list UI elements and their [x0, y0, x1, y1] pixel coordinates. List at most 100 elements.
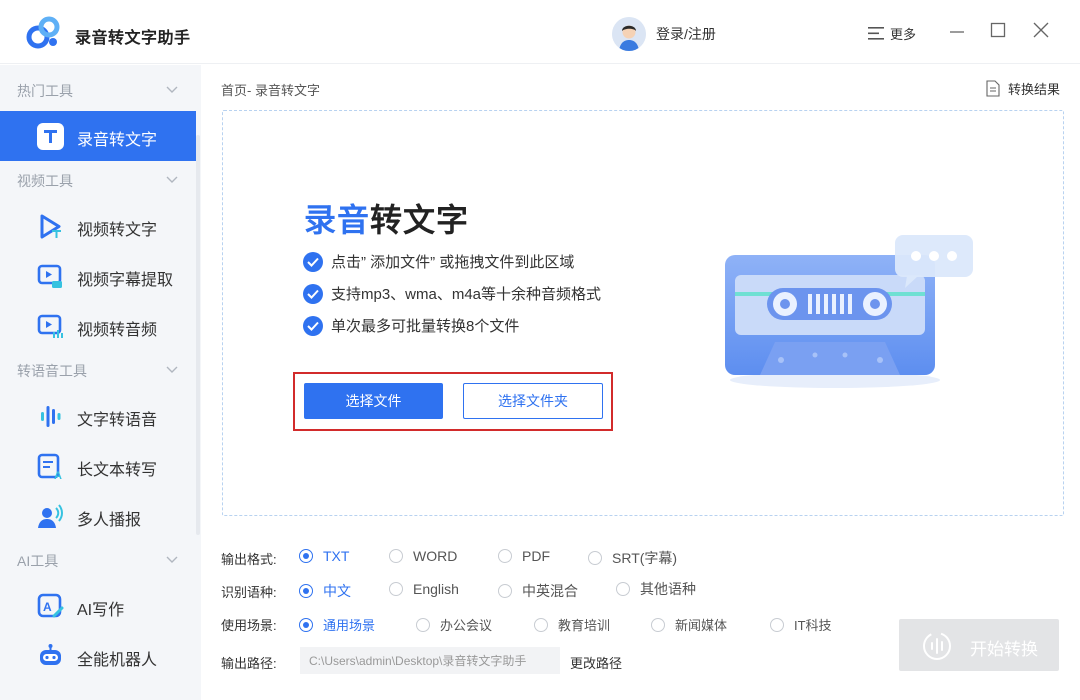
radio-format-pdf[interactable]: PDF [498, 548, 550, 564]
output-path-field[interactable] [300, 647, 560, 674]
radio-dot [389, 549, 403, 563]
radio-scene-meeting[interactable]: 办公会议 [416, 615, 492, 634]
sidebar-item-label: 多人播报 [77, 512, 142, 529]
avatar [612, 17, 646, 51]
radio-label: English [413, 581, 459, 597]
sidebar-item-label: 长文本转写 [77, 462, 158, 479]
radio-lang-english[interactable]: English [389, 581, 459, 597]
radio-dot [616, 582, 630, 596]
radio-dot [651, 617, 665, 632]
robot-icon [40, 644, 61, 665]
scene-label: 使用场景: [221, 618, 277, 633]
sidebar-item-long-text[interactable]: A 长文本转写 [0, 441, 196, 491]
sidebar-item-label: 录音转文字 [77, 132, 158, 149]
radio-scene-education[interactable]: 教育培训 [534, 615, 610, 634]
radio-label: 其他语种 [640, 581, 696, 597]
sidebar-scrollbar[interactable] [196, 135, 200, 535]
radio-scene-it[interactable]: IT科技 [770, 615, 832, 634]
language-label: 识别语种: [221, 585, 277, 600]
more-label: 更多 [890, 27, 917, 42]
select-folder-button[interactable]: 选择文件夹 [463, 383, 603, 419]
subtitle-extract-icon [37, 264, 62, 288]
long-text-icon: A [37, 453, 62, 480]
radio-label: SRT(字幕) [612, 550, 678, 566]
conversion-result-link[interactable]: 转换结果 [986, 79, 1060, 98]
radio-scene-news[interactable]: 新闻媒体 [651, 615, 727, 634]
radio-format-word[interactable]: WORD [389, 548, 457, 564]
chevron-down-icon [166, 176, 178, 183]
start-convert-label: 开始转换 [970, 640, 1038, 659]
document-icon [986, 80, 1000, 97]
check-circle-icon [303, 251, 323, 272]
chevron-down-icon [166, 556, 178, 563]
group-title: AI工具 [17, 553, 59, 569]
group-title: 转语音工具 [17, 363, 87, 379]
radio-dot [534, 617, 548, 632]
radio-dot [299, 549, 313, 563]
radio-label: PDF [522, 548, 550, 564]
radio-dot [588, 551, 602, 565]
hero-title: 录音转文字 [304, 195, 469, 241]
sidebar-item-label: 文字转语音 [77, 412, 158, 429]
radio-dot [389, 582, 403, 596]
radio-format-srt[interactable]: SRT(字幕) [588, 548, 677, 568]
start-convert-button[interactable]: 开始转换 [899, 619, 1059, 671]
feature-text: 支持mp3、wma、m4a等十余种音频格式 [331, 286, 602, 303]
app-logo-icon [26, 16, 60, 49]
radio-label: 办公会议 [440, 618, 493, 633]
app-title: 录音转文字助手 [75, 30, 191, 47]
group-title: 视频工具 [17, 173, 73, 189]
sidebar-group-ai[interactable]: AI工具 [0, 537, 196, 585]
check-circle-icon [303, 315, 323, 336]
sidebar-item-subtitle-extract[interactable]: 视频字幕提取 [0, 251, 196, 301]
sidebar-item-ai-writing[interactable]: A AI写作 [0, 581, 196, 631]
multi-speaker-icon [38, 504, 63, 528]
radio-dot [299, 584, 313, 598]
svg-text:A: A [54, 470, 62, 480]
feature-item: 单次最多可批量转换8个文件 [303, 315, 519, 336]
radio-lang-mixed[interactable]: 中英混合 [498, 581, 578, 601]
ai-writing-icon: A [37, 593, 64, 618]
sidebar-item-robot[interactable]: 全能机器人 [0, 631, 196, 681]
radio-lang-other[interactable]: 其他语种 [616, 579, 696, 599]
sidebar-item-text-to-speech[interactable]: 文字转语音 [0, 391, 196, 441]
audio-wave-icon [923, 632, 951, 660]
feature-text: 点击” 添加文件” 或拖拽文件到此区域 [331, 254, 575, 271]
radio-dot [498, 584, 512, 598]
radio-label: TXT [323, 548, 350, 564]
sidebar-item-multi-speaker[interactable]: 多人播报 [0, 491, 196, 541]
change-path-button[interactable]: 更改路径 [570, 653, 622, 672]
result-link-label: 转换结果 [1008, 82, 1061, 97]
select-file-button[interactable]: 选择文件 [304, 383, 443, 419]
radio-format-txt[interactable]: TXT [299, 548, 349, 564]
feature-item: 点击” 添加文件” 或拖拽文件到此区域 [303, 251, 574, 272]
radio-label: 教育培训 [558, 618, 611, 633]
video-to-audio-icon [37, 314, 63, 338]
maximize-icon[interactable] [988, 20, 1008, 40]
sidebar-item-video-to-audio[interactable]: 视频转音频 [0, 301, 196, 351]
minimize-icon[interactable] [947, 20, 967, 40]
radio-label: WORD [413, 548, 458, 564]
sound-wave-icon [41, 406, 61, 427]
radio-dot [770, 617, 784, 632]
radio-label: 中英混合 [522, 583, 578, 599]
sidebar: 热门工具 录音转文字 视频工具 视频转文字 视频字幕提取 视频转音频 转语音工具… [0, 65, 201, 700]
sidebar-item-audio-to-text[interactable]: 录音转文字 [0, 111, 196, 161]
sidebar-item-video-to-text[interactable]: 视频转文字 [0, 201, 196, 251]
sidebar-group-video[interactable]: 视频工具 [0, 157, 196, 205]
radio-lang-chinese[interactable]: 中文 [299, 581, 351, 601]
more-button[interactable]: 更多 [868, 24, 916, 43]
login-button[interactable]: 登录/注册 [612, 17, 716, 51]
sidebar-group-tts[interactable]: 转语音工具 [0, 347, 196, 395]
radio-dot [299, 617, 313, 632]
sidebar-group-hot[interactable]: 热门工具 [0, 67, 196, 115]
radio-scene-general[interactable]: 通用场景 [299, 615, 375, 634]
title-bar: 录音转文字助手 登录/注册 更多 [0, 0, 1080, 64]
text-t-icon [37, 123, 64, 150]
sidebar-item-label: 视频转音频 [77, 322, 158, 339]
close-icon[interactable] [1031, 20, 1051, 40]
check-circle-icon [303, 283, 323, 304]
login-label: 登录/注册 [656, 26, 716, 42]
video-to-text-icon [40, 214, 61, 239]
output-path-label: 输出路径: [221, 656, 277, 671]
